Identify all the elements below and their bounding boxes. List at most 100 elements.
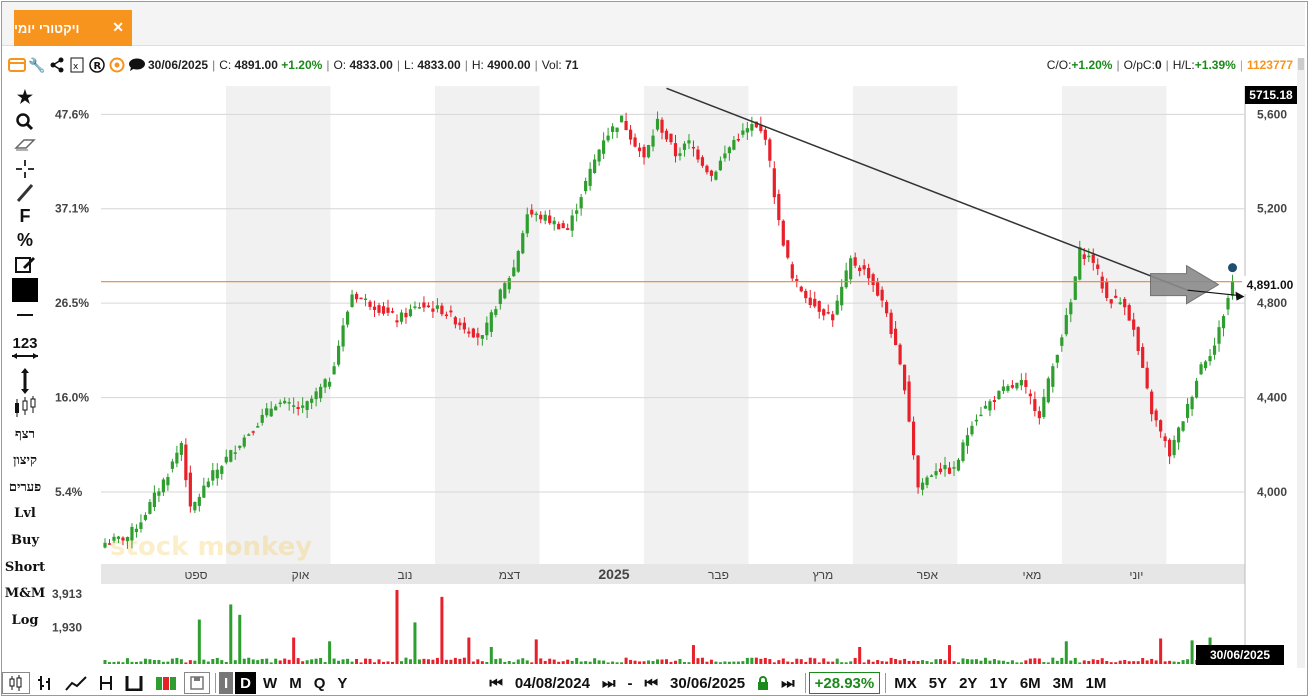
- hlc-view-icon[interactable]: [94, 672, 118, 694]
- candle-body: [947, 467, 952, 474]
- candle-body: [660, 119, 664, 133]
- candle-body: [894, 328, 898, 346]
- candle-body: [422, 302, 426, 308]
- interval-quarterly-button[interactable]: Q: [309, 672, 331, 694]
- volume-bar: [871, 661, 875, 664]
- volume-bar: [449, 659, 453, 664]
- candle-body: [323, 379, 327, 388]
- volume-bar: [346, 658, 350, 664]
- interval-intraday-button[interactable]: I: [219, 672, 234, 694]
- volume-bar: [1078, 662, 1082, 664]
- volume-bar: [413, 622, 417, 664]
- volume-bar: [611, 661, 615, 664]
- candle-body: [997, 390, 1001, 400]
- range-2y-button[interactable]: 2Y: [954, 672, 982, 694]
- to-prev-icon[interactable]: ⏮: [639, 672, 663, 694]
- candle-body: [458, 322, 462, 326]
- candle-body: [1226, 297, 1230, 310]
- candle-body: [983, 405, 988, 409]
- bars-view-icon[interactable]: [32, 672, 58, 694]
- candles-view-icon[interactable]: [2, 672, 30, 694]
- volume-bar: [1015, 662, 1019, 664]
- volume-bar: [1019, 662, 1023, 664]
- volume-bar: [548, 658, 552, 664]
- to-last-icon[interactable]: ⏭: [776, 672, 800, 694]
- candle-body: [184, 444, 188, 481]
- candle-body: [112, 536, 116, 541]
- candle-body: [1001, 386, 1006, 391]
- volume-bar: [1087, 660, 1091, 664]
- candle-body: [345, 311, 350, 325]
- interval-weekly-button[interactable]: W: [258, 672, 282, 694]
- candle-body: [1190, 396, 1194, 410]
- volume-bar: [754, 657, 758, 664]
- candle-body: [763, 129, 767, 140]
- volume-bar: [175, 657, 179, 664]
- volume-bar: [736, 661, 740, 664]
- interval-yearly-button[interactable]: Y: [332, 672, 352, 694]
- range-1y-button[interactable]: 1Y: [984, 672, 1012, 694]
- candle-body: [1132, 319, 1136, 330]
- pct-tick-label: 37.1%: [55, 202, 89, 216]
- candle-body: [229, 450, 233, 462]
- heikin-view-icon[interactable]: [150, 672, 182, 694]
- from-first-icon[interactable]: ⏮: [484, 672, 508, 694]
- price-chart[interactable]: stock monkey ספט אוק נוב דצמ 2025 פבר מרץ אפר מא…: [0, 0, 1310, 670]
- candle-body: [561, 223, 565, 229]
- volume-bar: [1051, 657, 1055, 664]
- candle-body: [795, 279, 799, 281]
- candle-body: [471, 328, 475, 338]
- volume-bar: [804, 661, 808, 664]
- to-date[interactable]: 30/06/2025: [665, 672, 750, 694]
- vertical-scrollbar[interactable]: [1297, 58, 1305, 668]
- range-5y-button[interactable]: 5Y: [924, 672, 952, 694]
- area-view-icon[interactable]: [120, 672, 148, 694]
- volume-bar: [1123, 659, 1127, 664]
- candle-body: [849, 258, 853, 280]
- range-dash: -: [627, 674, 633, 692]
- range-6m-button[interactable]: 6M: [1015, 672, 1046, 694]
- candle-body: [377, 305, 381, 313]
- candle-body: [970, 425, 974, 435]
- interval-monthly-button[interactable]: M: [284, 672, 307, 694]
- from-date[interactable]: 04/08/2024: [510, 672, 595, 694]
- volume-bar: [561, 661, 565, 664]
- volume-bar: [660, 659, 664, 664]
- candle-body: [700, 157, 705, 166]
- candle-body: [952, 467, 956, 469]
- save-icon[interactable]: [184, 672, 210, 694]
- candle-body: [611, 126, 615, 132]
- volume-bar: [790, 662, 794, 664]
- volume-bar: [656, 659, 660, 664]
- candle-body: [858, 267, 862, 272]
- candle-body: [507, 278, 511, 290]
- candle-body: [1194, 380, 1199, 398]
- volume-bar: [485, 661, 489, 664]
- candle-body: [256, 426, 260, 428]
- candle-body: [390, 311, 395, 313]
- interval-daily-button[interactable]: D: [235, 672, 257, 694]
- volume-bar: [323, 662, 327, 664]
- from-next-icon[interactable]: ⏭: [597, 672, 621, 694]
- volume-bar: [525, 660, 529, 664]
- volume-bar: [440, 596, 444, 664]
- candle-body: [552, 220, 556, 225]
- candle-body: [808, 297, 812, 306]
- candle-body: [179, 443, 183, 455]
- candle-body: [840, 286, 844, 306]
- line-view-icon[interactable]: [60, 672, 92, 694]
- volume-bar: [858, 646, 862, 664]
- candle-body: [395, 320, 399, 323]
- scrollbar-thumb[interactable]: [1298, 58, 1304, 70]
- volume-bar: [750, 657, 754, 664]
- volume-bar: [148, 659, 152, 664]
- range-mx-button[interactable]: MX: [889, 672, 922, 694]
- lock-icon[interactable]: [752, 672, 774, 694]
- candle-body: [381, 306, 386, 314]
- range-1m-button[interactable]: 1M: [1081, 672, 1112, 694]
- month-label: נוב: [397, 568, 412, 582]
- volume-bar: [1186, 659, 1190, 664]
- range-3m-button[interactable]: 3M: [1048, 672, 1079, 694]
- volume-bar: [1069, 660, 1073, 664]
- candle-body: [593, 159, 597, 174]
